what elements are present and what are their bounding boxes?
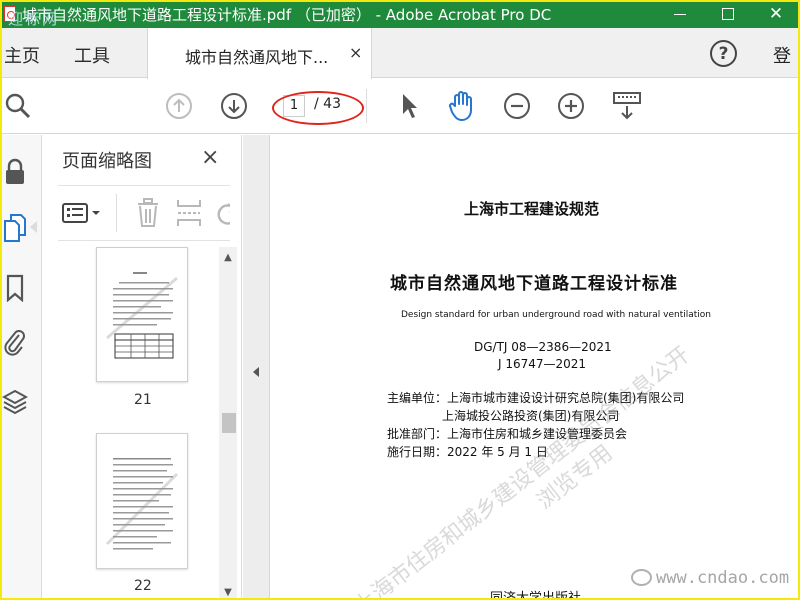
page-thumbnails-icon[interactable] (0, 211, 30, 245)
minimize-icon (674, 13, 686, 15)
page-up-icon[interactable] (164, 91, 194, 121)
doc-series-title: 上海市工程建设规范 (464, 200, 600, 218)
annotation-circle (272, 91, 364, 125)
window-controls: ✕ (656, 0, 800, 28)
tab-home[interactable]: 主页 (4, 42, 40, 68)
doc-publisher: 同济大学出版社 (490, 591, 582, 600)
collapse-arrow-icon (253, 367, 259, 377)
scrollbar-thumb[interactable] (222, 413, 236, 433)
diagonal-watermark: 上海市住房和城乡建设管理委员会信息公开 (349, 342, 695, 600)
title-bar: 城市自然通风地下道路工程设计标准.pdf （已加密） - Adobe Acrob… (0, 0, 800, 28)
doc-main-title: 城市自然通风地下道路工程设计标准 (390, 274, 678, 294)
hand-tool-icon[interactable] (446, 89, 478, 123)
bookmark-icon[interactable] (0, 271, 30, 305)
tab-document[interactable]: 城市自然通风地下... × (147, 28, 372, 79)
panel-close-button[interactable]: × (201, 145, 219, 170)
zoom-in-icon[interactable] (556, 91, 586, 121)
select-cursor-icon[interactable] (396, 91, 422, 121)
thumbnail-options-icon (62, 203, 88, 223)
doc-english-title: Design standard for urban underground ro… (401, 310, 711, 320)
tab-tools[interactable]: 工具 (74, 42, 110, 68)
layers-icon[interactable] (0, 385, 30, 419)
lock-icon[interactable] (0, 155, 30, 189)
scroll-up-arrow-icon[interactable]: ▲ (219, 249, 237, 265)
thumbnail-label-22: 22 (134, 578, 152, 594)
delete-page-icon[interactable] (136, 198, 160, 232)
panel-toolbar (58, 185, 230, 241)
site-watermark-top-left: 迎标网 (8, 10, 60, 28)
document-page: 上海市工程建设规范 城市自然通风地下道路工程设计标准 Design standa… (271, 135, 800, 600)
panel-title: 页面缩略图 (62, 151, 152, 172)
help-icon[interactable]: ? (710, 40, 737, 67)
left-rail (0, 135, 42, 600)
window-title: 城市自然通风地下道路工程设计标准.pdf （已加密） - Adobe Acrob… (22, 5, 552, 24)
minimize-button[interactable] (656, 0, 704, 28)
thumbnail-options-button[interactable] (62, 202, 101, 224)
tab-close-button[interactable]: × (349, 43, 362, 62)
toolbar-divider (366, 89, 367, 123)
scrolling-mode-icon[interactable] (610, 89, 644, 123)
doc-standard-code: DG/TJ 08—2386—2021 (474, 340, 612, 354)
toolbar: 1 / 43 (0, 79, 800, 134)
chevron-down-icon (92, 211, 100, 215)
thumbnail-label-21: 21 (134, 392, 152, 408)
panel-collapse-handle[interactable] (243, 135, 270, 600)
panel-pointer (30, 221, 37, 233)
close-icon: ✕ (768, 3, 784, 24)
maximize-icon (722, 8, 734, 20)
zoom-out-icon[interactable] (502, 91, 532, 121)
tools-divider (116, 194, 117, 232)
thumbnail-page-21-preview (106, 272, 178, 359)
tab-document-label: 城市自然通风地下... (185, 48, 329, 67)
thumbnails-panel: 页面缩略图 × 21 22 (42, 135, 242, 600)
attachment-icon[interactable] (0, 325, 30, 359)
extract-page-icon[interactable] (176, 198, 202, 232)
thumbnail-page-22-preview (105, 458, 179, 550)
thumbnail-page-21[interactable] (96, 247, 188, 382)
rotate-page-icon[interactable] (214, 200, 230, 232)
page-down-icon[interactable] (219, 91, 249, 121)
doc-record-code: J 16747—2021 (498, 357, 587, 371)
close-window-button[interactable]: ✕ (752, 0, 800, 28)
sign-in-link[interactable]: 登 (773, 42, 791, 68)
scroll-down-arrow-icon[interactable]: ▼ (219, 584, 237, 600)
thumbnail-page-22[interactable] (96, 433, 188, 569)
maximize-button[interactable] (704, 0, 752, 28)
site-watermark-bottom-right: www.cndao.com (656, 568, 790, 588)
thumbnails-scrollbar[interactable]: ▲ ▼ (219, 247, 237, 600)
search-icon[interactable] (2, 91, 34, 121)
site-logo-icon (631, 569, 652, 586)
tab-bar: 主页 工具 城市自然通风地下... × ? 登 (0, 28, 800, 79)
